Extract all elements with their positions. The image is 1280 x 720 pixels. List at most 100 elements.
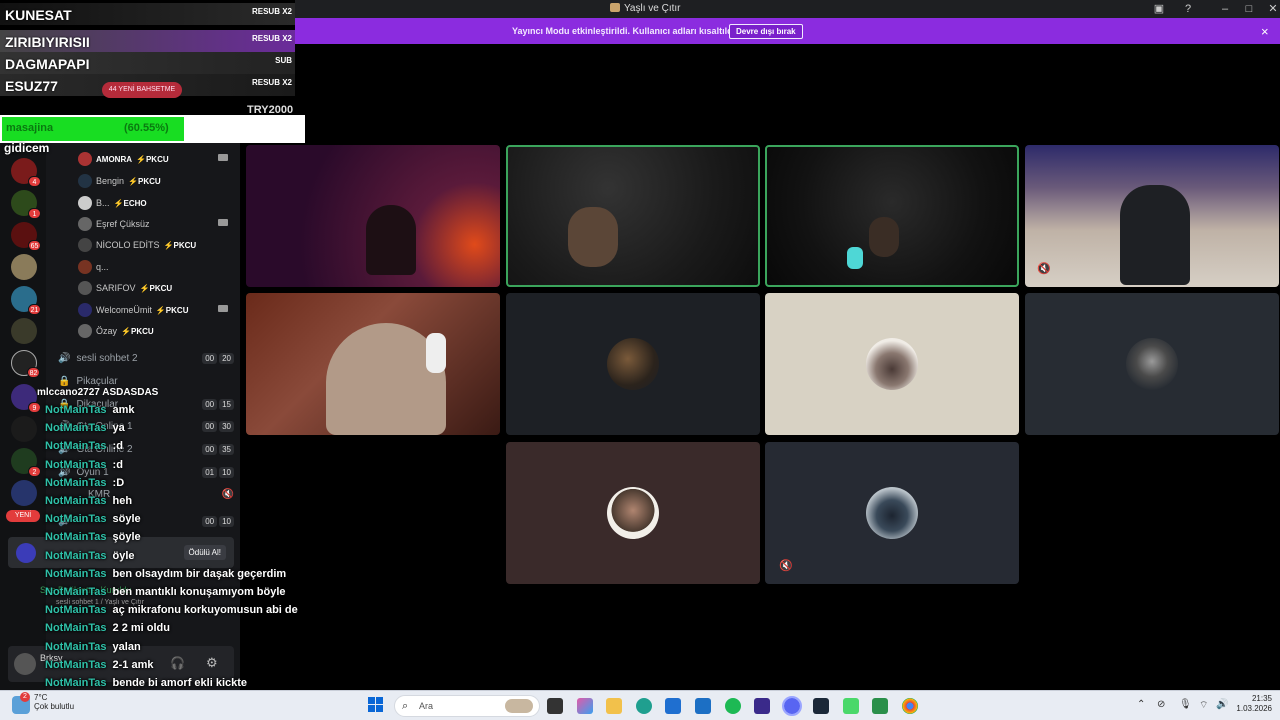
server-icon[interactable] xyxy=(11,318,37,344)
member-tag: ⚡PKCU xyxy=(121,326,154,336)
user-limit: 00 35 xyxy=(202,443,234,455)
voice-member[interactable]: q... xyxy=(78,258,109,276)
video-tile[interactable] xyxy=(246,293,500,435)
video-tile[interactable] xyxy=(506,442,760,584)
window-title-text: Yaşlı ve Çıtır xyxy=(624,3,681,14)
mute-icon: 🔇 xyxy=(779,560,793,572)
claim-reward-button[interactable]: Ödülü Al! xyxy=(183,545,226,560)
chat-nickname: NotMainTas xyxy=(45,404,107,416)
video-tile[interactable] xyxy=(1025,293,1279,435)
chat-message: NotMainTas 2-1 amk xyxy=(45,659,154,677)
search-icon: ⌕ xyxy=(402,700,409,712)
user-max: 10 xyxy=(219,466,234,478)
unread-badge: 1 xyxy=(28,208,41,219)
avatar xyxy=(78,238,92,252)
video-tile[interactable] xyxy=(506,293,760,435)
app-icon[interactable] xyxy=(843,698,859,714)
server-icon[interactable]: 65 xyxy=(11,222,41,251)
video-tile[interactable] xyxy=(765,145,1019,287)
user-max: 15 xyxy=(219,398,234,410)
chrome-icon[interactable] xyxy=(902,698,918,714)
copilot-icon[interactable] xyxy=(577,698,593,714)
voice-member[interactable]: WelcomeÜmit ⚡PKCU xyxy=(78,301,228,319)
disable-streamer-mode-button[interactable]: Devre dışı bırak xyxy=(729,24,803,39)
maximize-icon[interactable]: □ xyxy=(1242,2,1256,16)
minimize-icon[interactable]: – xyxy=(1218,2,1232,16)
outlook-icon[interactable] xyxy=(695,698,711,714)
server-icon[interactable]: 9 xyxy=(11,384,41,413)
network-off-icon[interactable]: ⊘ xyxy=(1157,699,1165,710)
member-tag: ⚡ECHO xyxy=(113,198,147,208)
weather-widget[interactable]: 7°C Çok bulutlu xyxy=(34,693,74,711)
chat-text: öyle xyxy=(112,549,135,562)
server-icon[interactable]: 2 xyxy=(11,448,41,477)
participant-silhouette xyxy=(869,217,899,257)
chat-message: NotMainTas aç mikrafonu korkuyomusun abi … xyxy=(45,604,298,622)
server-icon[interactable]: 21 xyxy=(11,286,41,315)
voice-member[interactable]: Özay ⚡PKCU xyxy=(78,322,154,340)
server-icon[interactable] xyxy=(11,416,37,442)
help-icon[interactable]: ? xyxy=(1181,2,1195,16)
video-tile[interactable] xyxy=(506,145,760,287)
taskbar-search[interactable]: ⌕ Ara xyxy=(394,695,540,717)
voice-member[interactable]: B... ⚡ECHO xyxy=(78,194,147,212)
start-button[interactable] xyxy=(368,697,384,713)
participant-avatar xyxy=(607,487,659,539)
headphones-icon[interactable]: 🎧 xyxy=(170,656,185,670)
chat-text: amk xyxy=(112,404,135,416)
task-view-icon[interactable] xyxy=(547,698,563,714)
edge-icon[interactable] xyxy=(636,698,652,714)
chat-message: NotMainTas ben mantıklı konuşamıyom böyle xyxy=(45,586,286,604)
voice-member[interactable]: Eşref Çüksüz xyxy=(78,215,228,233)
server-icon[interactable] xyxy=(11,254,37,280)
camera-icon xyxy=(218,154,228,161)
lock-icon: 🔒 xyxy=(58,375,71,387)
volume-icon[interactable]: 🔊 xyxy=(1216,699,1228,710)
store-icon[interactable] xyxy=(665,698,681,714)
voice-channel[interactable]: 🔊 sesli sohbet 2 00 20 xyxy=(58,349,234,367)
voice-member[interactable]: Bengin ⚡PKCU xyxy=(78,172,161,190)
chat-text: ben mantıklı konuşamıyom böyle xyxy=(112,586,286,598)
server-icon[interactable]: 4 xyxy=(11,158,41,187)
inbox-icon[interactable]: ▣ xyxy=(1152,2,1166,16)
server-icon[interactable]: 1 xyxy=(11,190,41,219)
app-icon[interactable] xyxy=(872,698,888,714)
chat-nickname: NotMainTas xyxy=(45,458,107,471)
channel-name: sesli sohbet 2 xyxy=(76,352,138,364)
wifi-icon[interactable]: ⌔ xyxy=(1199,699,1208,712)
alert-user: KUNESAT xyxy=(5,7,72,23)
voice-member[interactable]: SARIFOV ⚡PKCU xyxy=(78,279,172,297)
server-icon[interactable]: 82 xyxy=(11,350,40,378)
voice-member[interactable]: NİCOLO EDİTS ⚡PKCU xyxy=(78,236,196,254)
chat-text: :d xyxy=(112,440,123,453)
microphone-icon[interactable]: 🎙 xyxy=(1179,699,1192,710)
avatar[interactable] xyxy=(14,653,36,675)
discord-icon[interactable] xyxy=(782,696,802,716)
avatar xyxy=(78,260,92,274)
video-tile[interactable]: 🔇 xyxy=(1025,145,1279,287)
participant-avatar xyxy=(866,487,918,539)
chat-nickname: NotMainTas xyxy=(45,476,107,489)
settings-gear-icon[interactable]: ⚙ xyxy=(206,655,218,671)
alert-type: RESUB X2 xyxy=(251,78,292,87)
spotify-icon[interactable] xyxy=(725,698,741,714)
app-icon[interactable] xyxy=(754,698,770,714)
chevron-up-icon[interactable]: ⌃ xyxy=(1137,699,1145,710)
close-icon[interactable]: ✕ xyxy=(1266,2,1280,16)
headset xyxy=(426,333,446,373)
file-explorer-icon[interactable] xyxy=(606,698,622,714)
weather-badge: 2 xyxy=(20,692,30,702)
clock[interactable]: 21:35 1.03.2026 xyxy=(1236,694,1272,714)
voice-member[interactable]: AMONRA ⚡PKCU xyxy=(78,150,228,168)
server-icon[interactable] xyxy=(11,480,37,506)
window-title: Yaşlı ve Çıtır xyxy=(610,3,681,14)
user-count: 00 xyxy=(202,515,218,527)
video-tile[interactable]: 🔇 xyxy=(765,442,1019,584)
video-tile[interactable] xyxy=(765,293,1019,435)
banner-close-icon[interactable]: × xyxy=(1261,24,1269,39)
steam-icon[interactable] xyxy=(813,698,829,714)
video-tile[interactable] xyxy=(246,145,500,287)
lamp xyxy=(847,247,863,269)
unread-badge: 82 xyxy=(27,367,40,378)
chat-text: :D xyxy=(112,476,125,489)
